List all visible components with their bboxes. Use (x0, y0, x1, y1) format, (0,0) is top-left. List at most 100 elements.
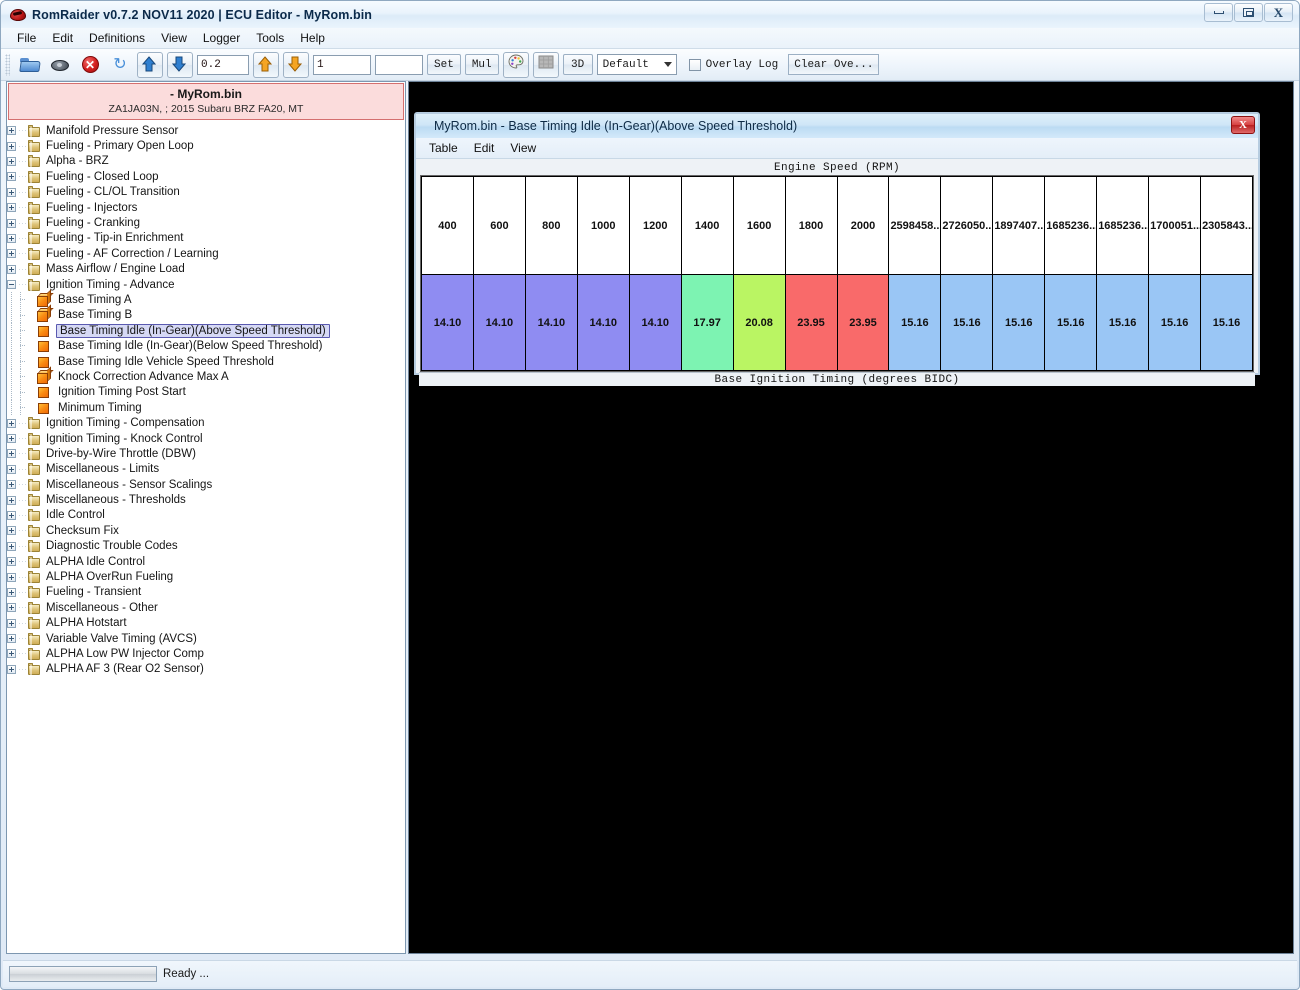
rom-tree-panel[interactable]: - MyRom.bin ZA1JA03N, ; 2015 Subaru BRZ … (6, 81, 406, 954)
table-axis-cell[interactable]: 800 (524, 176, 578, 275)
table-data-cell[interactable]: 20.08 (732, 274, 786, 371)
tree-item[interactable]: Base Timing Idle Vehicle Speed Threshold (7, 353, 405, 370)
table-data-cell[interactable]: 15.16 (992, 274, 1046, 371)
table-axis-cell[interactable]: 2000 (836, 176, 890, 275)
expand-icon[interactable] (7, 187, 16, 197)
expand-icon[interactable] (7, 464, 16, 474)
table-axis-cell[interactable]: 1000 (576, 176, 630, 275)
tree-item[interactable]: Fueling - Cranking (7, 215, 405, 230)
tree-item[interactable]: Base Timing A (7, 289, 405, 309)
palette-button[interactable] (502, 51, 529, 78)
table-axis-cell[interactable]: 1897407... (992, 176, 1046, 275)
tree-item[interactable]: Manifold Pressure Sensor (7, 123, 405, 138)
rom-tree[interactable]: Manifold Pressure Sensor Fueling - Primar… (7, 121, 405, 677)
table-data-cell[interactable]: 14.10 (576, 274, 630, 371)
layout-select[interactable]: Default (596, 54, 677, 75)
expand-icon[interactable] (7, 572, 16, 582)
table-axis-cell[interactable]: 1200 (628, 176, 682, 275)
maximize-button[interactable] (1234, 3, 1263, 22)
tree-item[interactable]: Fueling - Injectors (7, 200, 405, 215)
table-grid-wrapper[interactable]: 400 600 800 1000 1200 1400 1600 1800 2000 2598458… (420, 175, 1254, 372)
expand-icon[interactable] (7, 649, 16, 659)
table-menu-item-edit[interactable]: Edit (467, 140, 502, 156)
coarse-increment-input[interactable]: 1 (313, 54, 371, 75)
table-data-row[interactable]: 14.10 14.10 14.10 14.10 14.10 17.97 20.08 23.95… (421, 274, 1253, 371)
increment-fine-button[interactable] (137, 51, 163, 78)
decrement-coarse-button[interactable] (283, 51, 309, 78)
tree-item[interactable]: ALPHA Hotstart (7, 616, 405, 631)
tree-item[interactable]: Miscellaneous - Sensor Scalings (7, 477, 405, 492)
table-data-cell[interactable]: 23.95 (784, 274, 838, 371)
table-header-row[interactable]: 400 600 800 1000 1200 1400 1600 1800 2000 2598458… (421, 176, 1253, 275)
toolbar-grip[interactable] (5, 53, 10, 76)
tree-item[interactable]: Fueling - Transient (7, 585, 405, 600)
table-data-cell[interactable]: 15.16 (1148, 274, 1202, 371)
collapse-icon[interactable] (7, 280, 16, 290)
tree-item[interactable]: Fueling - CL/OL Transition (7, 185, 405, 200)
tree-item[interactable]: Miscellaneous - Thresholds (7, 492, 405, 507)
overlay-log-checkbox[interactable]: Overlay Log (688, 58, 778, 71)
tree-item[interactable]: Miscellaneous - Limits (7, 462, 405, 477)
table-data-cell[interactable]: 15.16 (888, 274, 942, 371)
expand-icon[interactable] (7, 587, 16, 597)
table-data-cell[interactable]: 15.16 (1044, 274, 1098, 371)
table-axis-cell[interactable]: 1400 (680, 176, 734, 275)
expand-icon[interactable] (7, 172, 16, 182)
expand-icon[interactable] (7, 418, 16, 428)
tree-item[interactable]: ALPHA AF 3 (Rear O2 Sensor) (7, 662, 405, 677)
expand-icon[interactable] (7, 218, 16, 228)
tree-item[interactable]: Base Timing B (7, 304, 405, 324)
tree-item[interactable]: Fueling - Closed Loop (7, 169, 405, 184)
tree-item[interactable]: Ignition Timing Post Start (7, 384, 405, 401)
tree-item[interactable]: Mass Airflow / Engine Load (7, 262, 405, 277)
close-rom-button[interactable]: ✕ (77, 52, 103, 78)
expand-icon[interactable] (7, 510, 16, 520)
checkbox-box[interactable] (688, 58, 701, 71)
tree-item[interactable]: Fueling - AF Correction / Learning (7, 246, 405, 261)
table-data-cell[interactable]: 15.16 (1096, 274, 1150, 371)
menu-item-help[interactable]: Help (292, 29, 333, 47)
expand-icon[interactable] (7, 664, 16, 674)
tree-item[interactable]: Ignition Timing - Knock Control (7, 431, 405, 446)
menu-item-tools[interactable]: Tools (248, 29, 292, 47)
expand-icon[interactable] (7, 541, 16, 551)
table-menu-item-view[interactable]: View (503, 140, 543, 156)
menu-item-edit[interactable]: Edit (44, 29, 81, 47)
expand-icon[interactable] (7, 449, 16, 459)
expand-icon[interactable] (7, 141, 16, 151)
expand-icon[interactable] (7, 495, 16, 505)
set-value-input[interactable] (375, 54, 423, 75)
expand-icon[interactable] (7, 249, 16, 259)
3d-view-button[interactable]: 3D (562, 54, 593, 75)
table-axis-cell[interactable]: 2598458... (888, 176, 942, 275)
expand-icon[interactable] (7, 480, 16, 490)
tree-item[interactable]: Ignition Timing - Compensation (7, 415, 405, 430)
set-button[interactable]: Set (427, 54, 461, 75)
menu-item-view[interactable]: View (153, 29, 195, 47)
table-axis-cell[interactable]: 2305843... (1200, 176, 1253, 275)
save-rom-button[interactable] (47, 52, 73, 78)
mul-button[interactable]: Mul (464, 54, 499, 75)
refresh-button[interactable]: ↻ (107, 52, 133, 78)
table-frame-close-button[interactable]: X (1231, 116, 1255, 134)
table-data-cell[interactable]: 14.10 (524, 274, 578, 371)
table-menu-item-table[interactable]: Table (422, 140, 465, 156)
table-data-cell[interactable]: 14.10 (472, 274, 526, 371)
tree-item[interactable]: Miscellaneous - Other (7, 600, 405, 615)
expand-icon[interactable] (7, 156, 16, 166)
table-axis-cell[interactable]: 1600 (732, 176, 786, 275)
tree-item[interactable]: Fueling - Primary Open Loop (7, 138, 405, 153)
tree-item[interactable]: Alpha - BRZ (7, 154, 405, 169)
tree-item[interactable]: Drive-by-Wire Throttle (DBW) (7, 446, 405, 461)
decrement-fine-button[interactable] (167, 51, 193, 78)
rom-header[interactable]: - MyRom.bin ZA1JA03N, ; 2015 Subaru BRZ … (8, 83, 404, 120)
menu-item-definitions[interactable]: Definitions (81, 29, 153, 47)
expand-icon[interactable] (7, 203, 16, 213)
expand-icon[interactable] (7, 434, 16, 443)
expand-icon[interactable] (7, 126, 16, 136)
table-axis-cell[interactable]: 1685236... (1044, 176, 1098, 275)
table-axis-cell[interactable]: 2726050... (940, 176, 994, 275)
tree-item[interactable]: Base Timing Idle (In-Gear)(Below Speed T… (7, 338, 405, 355)
table-frame-title-bar[interactable]: MyRom.bin - Base Timing Idle (In-Gear)(A… (416, 114, 1258, 138)
table-axis-cell[interactable]: 400 (421, 176, 474, 275)
